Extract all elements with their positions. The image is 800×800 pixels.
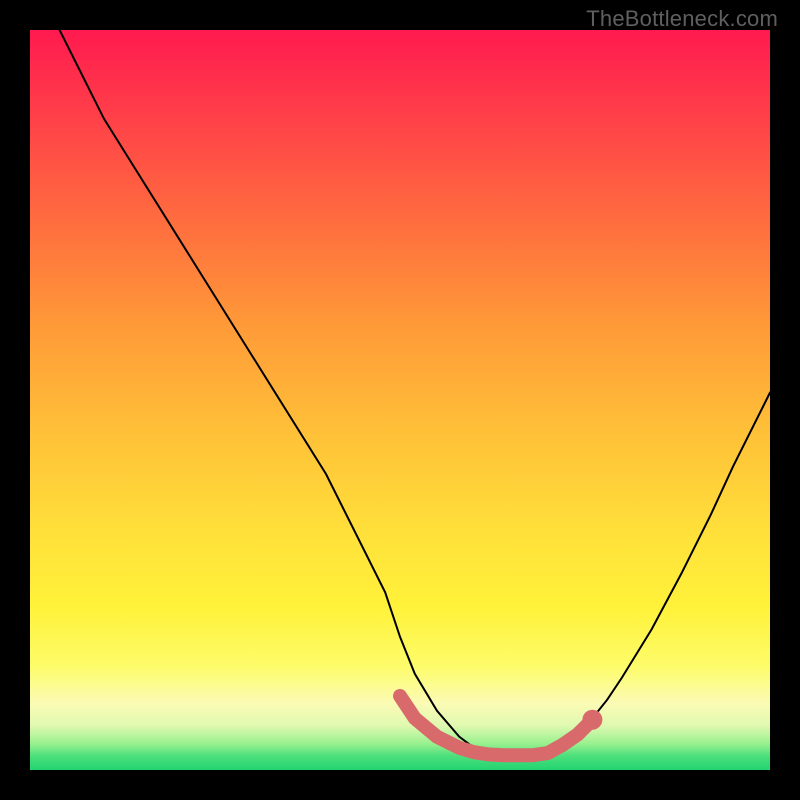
left-curve	[60, 30, 534, 755]
right-curve	[533, 393, 770, 756]
highlight-marker	[582, 710, 602, 730]
highlight-trough	[400, 696, 592, 755]
attribution-text: TheBottleneck.com	[586, 6, 778, 32]
plot-area	[30, 30, 770, 770]
curve-layer	[30, 30, 770, 770]
chart-stage: TheBottleneck.com	[0, 0, 800, 800]
